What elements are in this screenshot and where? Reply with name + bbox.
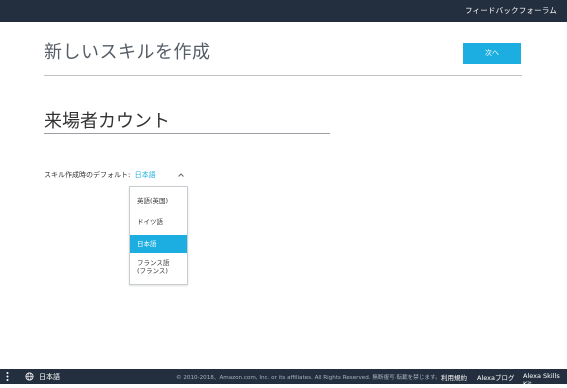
skill-name-input[interactable] <box>44 107 330 134</box>
default-language-row: スキル作成時のデフォルト: 日本語 <box>44 170 156 182</box>
terms-link[interactable]: 利用規約 <box>441 372 467 382</box>
language-option-german[interactable]: ドイツ語 <box>130 214 187 230</box>
language-option-french-line1: フランス語 <box>137 259 170 267</box>
default-language-label: スキル作成時のデフォルト: <box>44 171 131 179</box>
title-divider <box>44 75 522 76</box>
feedback-forum-link[interactable]: フィードバックフォーラム <box>465 5 557 16</box>
alexa-skills-kit-link[interactable]: Alexa Skills Kit <box>523 372 567 388</box>
chevron-up-icon[interactable] <box>177 172 185 178</box>
page-title: 新しいスキルを作成 <box>44 42 211 63</box>
footer-bar: 日本語 © 2010-2018、Amazon.com, Inc. or its … <box>0 369 567 388</box>
language-option-french-line2: (フランス) <box>137 267 168 275</box>
vertical-dots-icon[interactable] <box>6 371 9 382</box>
globe-icon <box>25 372 34 381</box>
language-option-french[interactable]: フランス語 (フランス) <box>130 259 187 279</box>
top-nav-bar: フィードバックフォーラム <box>0 0 567 22</box>
default-language-value[interactable]: 日本語 <box>135 171 156 179</box>
alexa-blog-link[interactable]: Alexaブログ <box>477 372 514 382</box>
next-button[interactable]: 次へ <box>463 43 521 64</box>
language-option-japanese[interactable]: 日本語 <box>130 235 187 253</box>
language-option-english-uk[interactable]: 英語(英国) <box>130 193 187 209</box>
copyright-text: © 2010-2018、Amazon.com, Inc. or its affi… <box>176 375 441 381</box>
footer-language-selector[interactable]: 日本語 <box>39 372 60 382</box>
language-dropdown-menu: 英語(英国) ドイツ語 日本語 フランス語 (フランス) <box>129 186 188 285</box>
